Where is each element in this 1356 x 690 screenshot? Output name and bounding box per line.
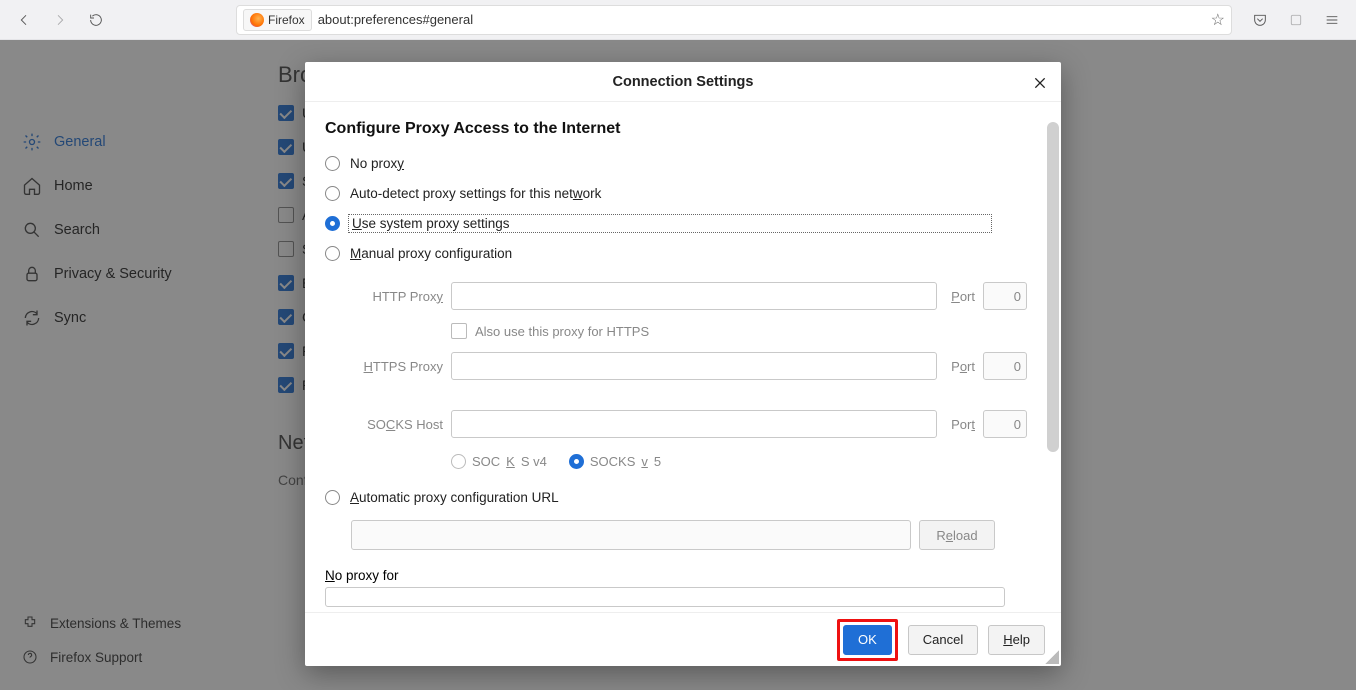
http-proxy-input[interactable] — [451, 282, 937, 310]
dialog-close-button[interactable] — [1029, 72, 1051, 94]
radio-socks-v5[interactable]: SOCKS v5 — [569, 454, 661, 469]
browser-toolbar: Firefox about:preferences#general ☆ — [0, 0, 1356, 40]
connection-settings-dialog: Connection Settings Configure Proxy Acce… — [305, 62, 1061, 666]
also-https-checkbox[interactable] — [451, 323, 467, 339]
radio-socks-v4[interactable]: SOCKS v4 — [451, 454, 547, 469]
dialog-heading: Configure Proxy Access to the Internet — [325, 120, 1041, 138]
scrollbar[interactable] — [1047, 122, 1059, 452]
ok-button[interactable]: OK — [843, 625, 892, 655]
dialog-footer: OK Cancel Help — [305, 612, 1061, 666]
https-proxy-label: HTTPS Proxy — [351, 359, 443, 374]
no-proxy-for-label: No proxy for — [325, 568, 399, 583]
port-label: Port — [945, 359, 975, 374]
socks-host-input[interactable] — [451, 410, 937, 438]
radio-automatic-url[interactable]: Automatic proxy configuration URL — [325, 482, 1041, 512]
radio-manual[interactable]: Manual proxy configuration — [325, 238, 1041, 268]
no-proxy-for-input[interactable] — [325, 587, 1005, 607]
forward-button[interactable] — [44, 4, 76, 36]
menu-icon[interactable] — [1316, 4, 1348, 36]
auto-config-url-input[interactable] — [351, 520, 911, 550]
socks-host-label: SOCKS Host — [351, 417, 443, 432]
url-text: about:preferences#general — [318, 12, 473, 27]
port-label: Port — [945, 417, 975, 432]
http-port-input[interactable] — [983, 282, 1027, 310]
urlbar[interactable]: Firefox about:preferences#general ☆ — [236, 5, 1232, 35]
cancel-button[interactable]: Cancel — [908, 625, 978, 655]
https-port-input[interactable] — [983, 352, 1027, 380]
back-button[interactable] — [8, 4, 40, 36]
also-https-label: Also use this proxy for HTTPS — [475, 324, 649, 339]
port-label: Port — [945, 289, 975, 304]
manual-proxy-group: HTTP Proxy Port Also use this proxy for … — [351, 274, 1041, 476]
reload-button[interactable] — [80, 4, 112, 36]
account-icon[interactable] — [1280, 4, 1312, 36]
help-button[interactable]: Help — [988, 625, 1045, 655]
reload-pac-button[interactable]: Reload — [919, 520, 995, 550]
ok-highlight: OK — [837, 619, 898, 661]
radio-use-system[interactable]: Use system proxy settings — [325, 208, 1041, 238]
bookmark-star-icon[interactable]: ☆ — [1211, 10, 1225, 30]
radio-no-proxy[interactable]: No proxy — [325, 148, 1041, 178]
radio-auto-detect[interactable]: Auto-detect proxy settings for this netw… — [325, 178, 1041, 208]
dialog-body: Configure Proxy Access to the Internet N… — [305, 102, 1061, 612]
dialog-title: Connection Settings — [305, 62, 1061, 102]
socks-port-input[interactable] — [983, 410, 1027, 438]
http-proxy-label: HTTP Proxy — [351, 289, 443, 304]
resize-grip[interactable] — [1045, 650, 1059, 664]
identity-chip[interactable]: Firefox — [243, 9, 312, 31]
pocket-icon[interactable] — [1244, 4, 1276, 36]
https-proxy-input[interactable] — [451, 352, 937, 380]
firefox-logo-icon — [250, 13, 264, 27]
identity-label: Firefox — [268, 13, 305, 27]
